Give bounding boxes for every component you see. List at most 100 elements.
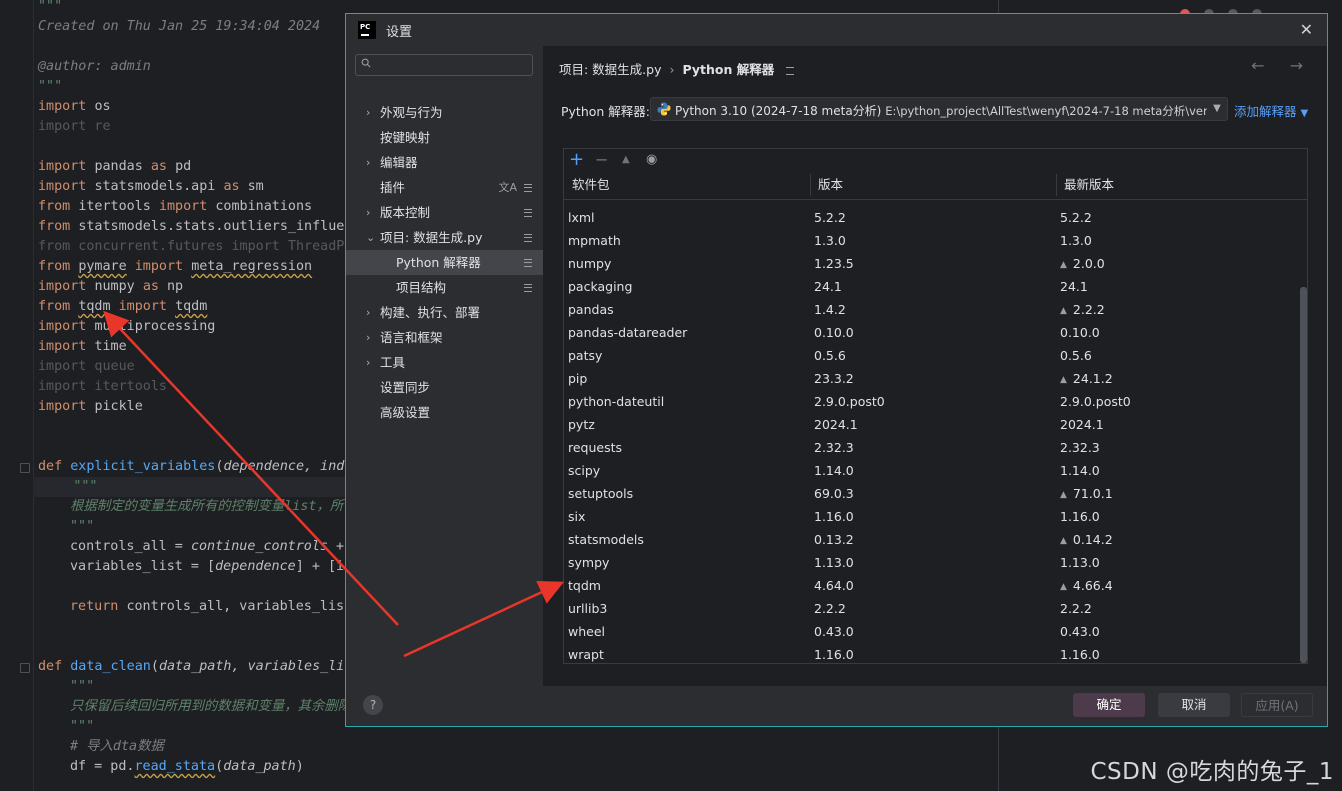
package-version: 23.3.2 [814,371,854,386]
code-line: 只保留后续回归所用到的数据和变量，其余删除 [70,699,352,714]
package-name: statsmodels [568,532,644,547]
packages-scrollbar[interactable] [1300,287,1307,663]
table-row[interactable]: tqdm 4.64.0 ▲ 4.66.4 [564,574,1299,597]
column-header-latest[interactable]: 最新版本 [1064,171,1114,199]
package-name: wrapt [568,647,604,662]
sidebar-item-languages[interactable]: › 语言和框架 [346,325,543,350]
table-row[interactable]: lxml 5.2.2 5.2.2 [564,206,1299,229]
fold-marker[interactable] [20,663,30,673]
ok-button[interactable]: 确定 [1073,693,1145,717]
close-icon[interactable]: ✕ [1300,20,1313,39]
package-latest-version: 1.13.0 [1060,551,1100,574]
table-row[interactable]: numpy 1.23.5 ▲ 2.0.0 [564,252,1299,275]
table-row[interactable]: pandas 1.4.2 ▲ 2.2.2 [564,298,1299,321]
upgrade-package-button[interactable]: ▲ [622,149,630,171]
watermark: CSDN @吃肉的兔子_1 [1090,759,1334,785]
add-package-button[interactable]: + [569,149,584,171]
upgrade-available-icon: ▲ [1060,490,1067,500]
help-icon[interactable]: ? [363,695,383,715]
package-version: 0.43.0 [814,624,854,639]
package-latest-value: 2.9.0.post0 [1060,394,1131,409]
table-row[interactable]: requests 2.32.3 2.32.3 [564,436,1299,459]
table-row[interactable]: wrapt 1.16.0 1.16.0 [564,643,1299,666]
package-latest-version: 1.14.0 [1060,459,1100,482]
package-version: 1.16.0 [814,647,854,662]
settings-search[interactable] [355,54,533,76]
table-row[interactable]: statsmodels 0.13.2 ▲ 0.14.2 [564,528,1299,551]
sidebar-item-tools[interactable]: › 工具 [346,350,543,375]
package-latest-version: 1.16.0 [1060,643,1100,666]
package-latest-value: 2.0.0 [1072,256,1105,271]
sidebar-item-project[interactable]: ⌄ 项目: 数据生成.py [346,225,543,250]
table-row[interactable]: packaging 24.1 24.1 [564,275,1299,298]
package-latest-value: 24.1.2 [1072,371,1113,386]
table-row[interactable]: wheel 0.43.0 0.43.0 [564,620,1299,643]
table-row[interactable]: urllib3 2.2.2 2.2.2 [564,597,1299,620]
sidebar-item-project-structure[interactable]: 项目结构 [346,275,543,300]
chevron-down-icon[interactable]: ▼ [1207,98,1227,120]
package-version: 0.5.6 [814,348,846,363]
dialog-titlebar[interactable]: PC 设置 ✕ [346,14,1327,46]
table-row[interactable]: python-dateutil 2.9.0.post0 2.9.0.post0 [564,390,1299,413]
package-latest-value: 1.3.0 [1060,233,1092,248]
code-line: from concurrent.futures import ThreadPo [38,239,353,254]
sidebar-item-appearance[interactable]: › 外观与行为 [346,100,543,125]
sidebar-item-advanced[interactable]: 高级设置 [346,400,543,425]
code-line: import multiprocessing [38,319,216,334]
table-row[interactable]: pip 23.3.2 ▲ 24.1.2 [564,367,1299,390]
column-header-package[interactable]: 软件包 [572,171,610,199]
table-row[interactable]: pandas-datareader 0.10.0 0.10.0 [564,321,1299,344]
code-line: from pymare import meta_regression [38,259,313,274]
table-row[interactable]: sympy 1.13.0 1.13.0 [564,551,1299,574]
interpreter-select[interactable]: Python 3.10 (2024-7-18 meta分析) E:\python… [650,97,1228,121]
table-row[interactable]: setuptools 69.0.3 ▲ 71.0.1 [564,482,1299,505]
show-early-releases-icon[interactable]: ◉ [646,149,657,171]
package-latest-value: 1.14.0 [1060,463,1100,478]
package-version: 0.10.0 [814,325,854,340]
column-header-version[interactable]: 版本 [818,171,843,199]
back-forward-arrows[interactable]: ← → [1251,56,1313,75]
add-interpreter-link[interactable]: 添加解释器 ▼ [1234,101,1308,120]
sidebar-item-vcs[interactable]: › 版本控制 [346,200,543,225]
package-version: 1.23.5 [814,256,854,271]
code-line: def explicit_variables(dependence, inde [38,459,353,474]
table-row[interactable]: pytz 2024.1 2024.1 [564,413,1299,436]
remove-package-button[interactable]: − [595,149,608,171]
package-version: 2.9.0.post0 [814,394,885,409]
apply-button[interactable]: 应用(A) [1241,693,1313,717]
package-name: six [568,509,586,524]
cancel-button[interactable]: 取消 [1158,693,1230,717]
table-row[interactable]: scipy 1.14.0 1.14.0 [564,459,1299,482]
package-name: mpmath [568,233,621,248]
package-latest-value: 0.43.0 [1060,624,1100,639]
upgrade-available-icon: ▲ [1060,536,1067,546]
fold-marker[interactable] [20,463,30,473]
table-row[interactable]: mpmath 1.3.0 1.3.0 [564,229,1299,252]
project-level-icon [786,66,795,75]
code-line: """ [70,679,95,694]
code-line: import os [38,99,111,114]
dialog-title: 设置 [386,25,413,40]
project-level-icon [524,234,532,242]
translate-icon: 文A [498,181,517,194]
sidebar-item-editor[interactable]: › 编辑器 [346,150,543,175]
package-latest-value: 2.2.2 [1060,601,1092,616]
upgrade-available-icon: ▲ [1060,260,1067,270]
sidebar-item-python-interpreter[interactable]: Python 解释器 [346,250,543,275]
package-name: tqdm [568,578,601,593]
code-line: controls_all = continue_controls + [70,539,345,554]
code-line: df = pd.read_stata(data_path) [70,759,304,774]
project-level-icon [524,284,532,292]
sidebar-item-settings-sync[interactable]: 设置同步 [346,375,543,400]
sidebar-item-build[interactable]: › 构建、执行、部署 [346,300,543,325]
package-name: python-dateutil [568,394,665,409]
search-input[interactable] [376,55,526,75]
sidebar-item-plugins[interactable]: 插件 文A [346,175,543,200]
code-line: Created on Thu Jan 25 19:34:04 2024 [38,19,321,34]
code-line: variables_list = [dependence] + [i [70,559,345,574]
breadcrumb-current: Python 解释器 [682,62,775,77]
table-row[interactable]: six 1.16.0 1.16.0 [564,505,1299,528]
table-row[interactable]: patsy 0.5.6 0.5.6 [564,344,1299,367]
breadcrumb-project[interactable]: 项目: 数据生成.py [559,62,662,77]
sidebar-item-keymap[interactable]: 按键映射 [346,125,543,150]
